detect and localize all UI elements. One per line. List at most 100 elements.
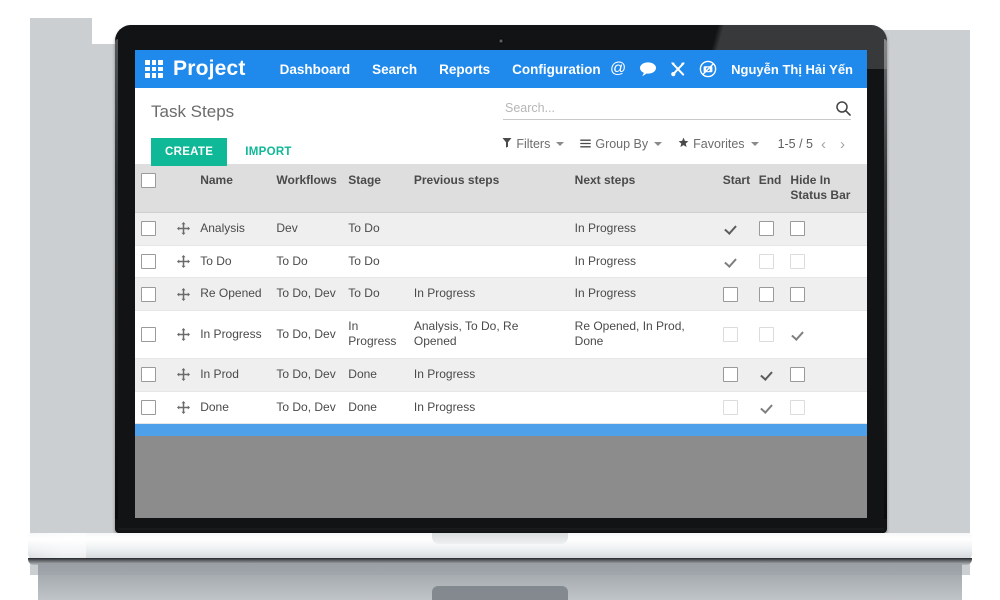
cell-previous-steps — [408, 213, 569, 246]
header-name[interactable]: Name — [194, 164, 270, 213]
filters-dropdown[interactable]: Filters — [495, 134, 571, 154]
checkbox-unchecked[interactable] — [759, 287, 774, 302]
control-panel: Task Steps CREATE IMPORT — [135, 88, 867, 164]
nav-item-configuration[interactable]: Configuration — [512, 62, 600, 77]
search-bar[interactable] — [503, 100, 851, 120]
cell-end — [753, 213, 785, 246]
row-checkbox[interactable] — [141, 287, 156, 302]
table-row[interactable]: DoneTo Do, DevDoneIn Progress — [135, 391, 867, 424]
mentions-at-icon[interactable]: @ — [609, 60, 627, 78]
lid-edge-right — [884, 39, 887, 519]
cell-previous-steps: Analysis, To Do, Re Opened — [408, 310, 569, 358]
nav-item-search[interactable]: Search — [372, 62, 417, 77]
checkbox-unchecked[interactable] — [723, 400, 738, 415]
laptop-mockup-scene: Project Dashboard Search Reports Configu… — [0, 0, 1000, 600]
checkbox-unchecked[interactable] — [790, 221, 805, 236]
search-icon[interactable] — [835, 100, 851, 116]
cell-previous-steps: In Progress — [408, 278, 569, 311]
drag-move-icon[interactable] — [177, 328, 190, 341]
debug-camera-icon[interactable] — [699, 60, 717, 78]
apps-grid-icon[interactable] — [145, 60, 163, 78]
cell-start — [717, 245, 753, 278]
cell-previous-steps: In Progress — [408, 358, 569, 391]
cell-hide-in-status-bar — [784, 391, 867, 424]
messages-bubble-icon[interactable] — [639, 60, 657, 78]
group-by-label: Group By — [595, 137, 648, 151]
row-select-cell — [135, 245, 171, 278]
cell-next-steps — [569, 358, 717, 391]
task-steps-table: Name Workflows Stage Previous steps Next… — [135, 164, 867, 424]
checkbox-checked[interactable] — [723, 254, 738, 269]
nav-item-dashboard[interactable]: Dashboard — [280, 62, 351, 77]
header-hide-in-status-bar[interactable]: Hide In Status Bar — [784, 164, 867, 213]
cell-name: Done — [194, 391, 270, 424]
lid-edge-left — [115, 39, 118, 519]
cell-start — [717, 278, 753, 311]
cell-end — [753, 391, 785, 424]
table-row[interactable]: Re OpenedTo Do, DevTo DoIn ProgressIn Pr… — [135, 278, 867, 311]
row-checkbox[interactable] — [141, 254, 156, 269]
table-row[interactable]: In ProgressTo Do, DevIn ProgressAnalysis… — [135, 310, 867, 358]
next-page-button[interactable]: › — [834, 137, 851, 152]
laptop-lid: Project Dashboard Search Reports Configu… — [115, 25, 887, 533]
brand-title[interactable]: Project — [173, 57, 246, 81]
checkbox-checked[interactable] — [759, 367, 774, 382]
checkbox-checked[interactable] — [759, 400, 774, 415]
select-all-checkbox[interactable] — [141, 173, 156, 188]
header-end[interactable]: End — [753, 164, 785, 213]
table-row[interactable]: AnalysisDevTo DoIn Progress — [135, 213, 867, 246]
drag-move-icon[interactable] — [177, 288, 190, 301]
checkbox-unchecked[interactable] — [790, 287, 805, 302]
app-top-bar: Project Dashboard Search Reports Configu… — [135, 50, 867, 88]
create-button[interactable]: CREATE — [151, 138, 227, 166]
drag-move-icon[interactable] — [177, 222, 190, 235]
checkbox-unchecked[interactable] — [759, 327, 774, 342]
row-select-cell — [135, 358, 171, 391]
favorites-label: Favorites — [693, 137, 744, 151]
row-checkbox[interactable] — [141, 400, 156, 415]
header-previous-steps[interactable]: Previous steps — [408, 164, 569, 213]
favorites-dropdown[interactable]: Favorites — [671, 134, 765, 154]
select-all-header — [135, 164, 171, 213]
import-button[interactable]: IMPORT — [235, 138, 302, 166]
drag-move-icon[interactable] — [177, 368, 190, 381]
cell-name: To Do — [194, 245, 270, 278]
row-checkbox[interactable] — [141, 221, 156, 236]
cell-stage: Done — [342, 391, 408, 424]
developer-tools-icon[interactable] — [669, 60, 687, 78]
nav-item-reports[interactable]: Reports — [439, 62, 490, 77]
header-next-steps[interactable]: Next steps — [569, 164, 717, 213]
checkbox-unchecked[interactable] — [759, 221, 774, 236]
checkbox-unchecked[interactable] — [790, 367, 805, 382]
cell-workflows: To Do — [270, 245, 342, 278]
header-stage[interactable]: Stage — [342, 164, 408, 213]
pagination-range: 1-5 / 5 — [778, 137, 813, 151]
drag-move-icon[interactable] — [177, 255, 190, 268]
checkbox-checked[interactable] — [790, 327, 805, 342]
checkbox-unchecked[interactable] — [723, 287, 738, 302]
drag-move-icon[interactable] — [177, 401, 190, 414]
user-name-label[interactable]: Nguyễn Thị Hải Yến — [731, 62, 853, 77]
row-select-cell — [135, 310, 171, 358]
header-workflows[interactable]: Workflows — [270, 164, 342, 213]
row-drag-cell — [171, 278, 194, 311]
checkbox-unchecked[interactable] — [759, 254, 774, 269]
table-row[interactable]: In ProdTo Do, DevDoneIn Progress — [135, 358, 867, 391]
checkbox-unchecked[interactable] — [723, 367, 738, 382]
row-checkbox[interactable] — [141, 327, 156, 342]
header-start[interactable]: Start — [717, 164, 753, 213]
cell-hide-in-status-bar — [784, 310, 867, 358]
chevron-down-icon — [556, 142, 564, 146]
previous-page-button[interactable]: ‹ — [815, 137, 832, 152]
row-checkbox[interactable] — [141, 367, 156, 382]
checkbox-checked[interactable] — [723, 221, 738, 236]
checkbox-unchecked[interactable] — [790, 254, 805, 269]
cell-name: Re Opened — [194, 278, 270, 311]
checkbox-unchecked[interactable] — [723, 327, 738, 342]
webcam-icon — [498, 38, 504, 44]
header-row: Name Workflows Stage Previous steps Next… — [135, 164, 867, 213]
search-input[interactable] — [503, 100, 835, 116]
group-by-dropdown[interactable]: Group By — [573, 134, 669, 154]
table-row[interactable]: To DoTo DoTo DoIn Progress — [135, 245, 867, 278]
checkbox-unchecked[interactable] — [790, 400, 805, 415]
